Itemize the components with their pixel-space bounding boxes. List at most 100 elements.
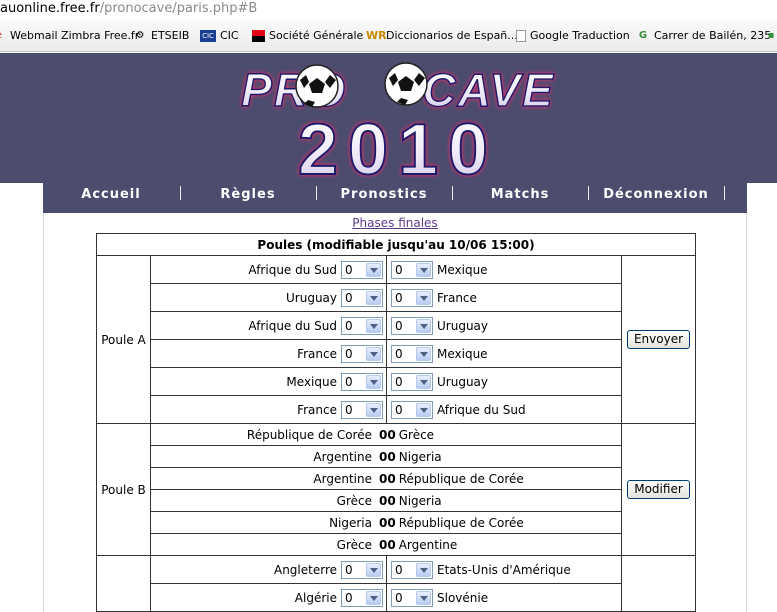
poule-label — [96, 555, 151, 612]
score-select-value: 0 — [395, 346, 403, 361]
chevron-down-icon[interactable] — [416, 562, 431, 577]
bookmark-label: CIC — [220, 29, 239, 42]
home-team: Grèce — [336, 493, 372, 508]
chevron-down-icon[interactable] — [366, 374, 381, 389]
chevron-down-icon[interactable] — [416, 262, 431, 277]
nav-matchs[interactable]: Matchs — [453, 183, 587, 213]
match-cell: France 0 0 Afrique du Sud — [150, 395, 622, 424]
bookmarks-bar: e Webmail Zimbra Free.fr ⚙ ETSEIB CIC CI… — [0, 20, 777, 52]
page-icon — [516, 30, 526, 42]
soccer-ball-icon — [295, 64, 339, 108]
nav-pronostics[interactable]: Pronostics — [317, 183, 451, 213]
bookmark-label: Diccionarios de Españ... — [386, 29, 518, 42]
score-select-value: 0 — [345, 402, 353, 417]
chevron-down-icon[interactable] — [366, 318, 381, 333]
score-select-value: 0 — [395, 374, 403, 389]
nav-deconnexion[interactable]: Déconnexion — [589, 183, 723, 213]
home-team: Argentine — [313, 471, 372, 486]
score-select[interactable]: 0 — [341, 588, 383, 607]
bookmark-etseib[interactable]: ⚙ ETSEIB — [133, 28, 190, 44]
match-row: Angleterre 0 0 Etats-Unis d'Amérique — [96, 555, 696, 612]
chevron-down-icon[interactable] — [366, 590, 381, 605]
bookmark-overflow[interactable]: ▪ — [764, 28, 777, 44]
score-select-value: 0 — [345, 318, 353, 333]
predicted-score: 00 — [379, 516, 396, 530]
main-nav: Accueil Règles Pronostics Matchs Déconne… — [43, 183, 747, 213]
match-row: Poule B République de Corée 00 Grèce Modifie… — [96, 423, 696, 556]
score-select[interactable]: 0 — [391, 372, 433, 391]
wr-icon: WR — [366, 29, 387, 42]
home-team: Afrique du Sud — [248, 318, 337, 333]
score-select-value: 0 — [395, 590, 403, 605]
societe-generale-icon — [252, 30, 265, 42]
match-row: Grèce 00 Argentine — [97, 533, 696, 556]
score-select-value: 0 — [395, 290, 403, 305]
score-select[interactable]: 0 — [341, 344, 383, 363]
chevron-down-icon[interactable] — [366, 402, 381, 417]
group-action-cell: Envoyer — [621, 255, 696, 424]
table-header: Poules (modifiable jusqu'au 10/06 15:00) — [96, 233, 696, 256]
address-bar[interactable]: auonline.free.fr/pronocave/paris.php#B — [0, 0, 777, 20]
score-select-value: 0 — [395, 262, 403, 277]
score-select-value: 0 — [345, 262, 353, 277]
bookmark-google-traduction[interactable]: Google Traduction — [516, 28, 630, 44]
score-select[interactable]: 0 — [341, 316, 383, 335]
chevron-down-icon[interactable] — [366, 262, 381, 277]
svg-text:2010: 2010 — [298, 110, 498, 178]
match-row: France 0 0 Mexique — [97, 339, 696, 368]
score-select[interactable]: 0 — [391, 588, 433, 607]
chevron-down-icon[interactable] — [366, 346, 381, 361]
bookmark-label: ETSEIB — [151, 29, 190, 42]
envoyer-button[interactable]: Envoyer — [626, 330, 691, 349]
home-team: Grèce — [336, 537, 372, 552]
bookmark-diccionarios[interactable]: WR Diccionarios de Españ... — [366, 28, 518, 44]
away-team: Mexique — [437, 346, 488, 361]
away-score: 0 — [387, 515, 396, 530]
nav-regles[interactable]: Règles — [181, 183, 315, 213]
chevron-down-icon[interactable] — [416, 318, 431, 333]
match-cell: Afrique du Sud 0 0 Uruguay — [150, 311, 622, 340]
score-select[interactable]: 0 — [391, 260, 433, 279]
chevron-down-icon[interactable] — [416, 290, 431, 305]
score-select[interactable]: 0 — [391, 288, 433, 307]
predicted-score: 00 — [379, 450, 396, 464]
match-cell: Grèce 00 Nigeria — [150, 489, 622, 512]
home-team: Afrique du Sud — [248, 262, 337, 277]
chevron-down-icon[interactable] — [416, 590, 431, 605]
bookmark-carrer[interactable]: G Carrer de Bailén, 235 — [636, 28, 771, 44]
cic-icon: CIC — [200, 30, 216, 42]
chevron-down-icon[interactable] — [416, 402, 431, 417]
bookmark-societe-generale[interactable]: Société Générale — [252, 28, 363, 44]
bookmark-label: Webmail Zimbra Free.fr — [10, 29, 140, 42]
match-row: Uruguay 0 0 France — [97, 283, 696, 312]
group-action-cell — [621, 555, 696, 612]
score-select-value: 0 — [345, 290, 353, 305]
score-select[interactable]: 0 — [341, 372, 383, 391]
bookmark-label: Google Traduction — [530, 29, 630, 42]
score-select[interactable]: 0 — [341, 400, 383, 419]
match-row: France 0 0 Afrique du Sud — [97, 395, 696, 424]
predictions-table: Poules (modifiable jusqu'au 10/06 15:00)… — [96, 233, 696, 612]
chevron-down-icon[interactable] — [366, 290, 381, 305]
score-select[interactable]: 0 — [341, 288, 383, 307]
modifier-button[interactable]: Modifier — [627, 480, 690, 499]
away-team: Argentine — [398, 537, 458, 552]
chevron-down-icon[interactable] — [416, 374, 431, 389]
away-team: France — [437, 290, 477, 305]
score-select[interactable]: 0 — [341, 560, 383, 579]
phases-finales-link[interactable]: Phases finales — [44, 215, 746, 231]
score-select[interactable]: 0 — [391, 560, 433, 579]
home-team: Argentine — [313, 449, 372, 464]
away-team: République de Corée — [398, 515, 524, 530]
score-select[interactable]: 0 — [391, 400, 433, 419]
bookmark-webmail[interactable]: e Webmail Zimbra Free.fr — [0, 28, 139, 44]
chevron-down-icon[interactable] — [416, 346, 431, 361]
chevron-down-icon[interactable] — [366, 562, 381, 577]
score-select[interactable]: 0 — [341, 260, 383, 279]
score-select[interactable]: 0 — [391, 316, 433, 335]
score-select-value: 0 — [395, 318, 403, 333]
score-select[interactable]: 0 — [391, 344, 433, 363]
away-team: République de Corée — [398, 471, 524, 486]
nav-accueil[interactable]: Accueil — [43, 183, 179, 213]
bookmark-cic[interactable]: CIC CIC — [200, 28, 239, 44]
